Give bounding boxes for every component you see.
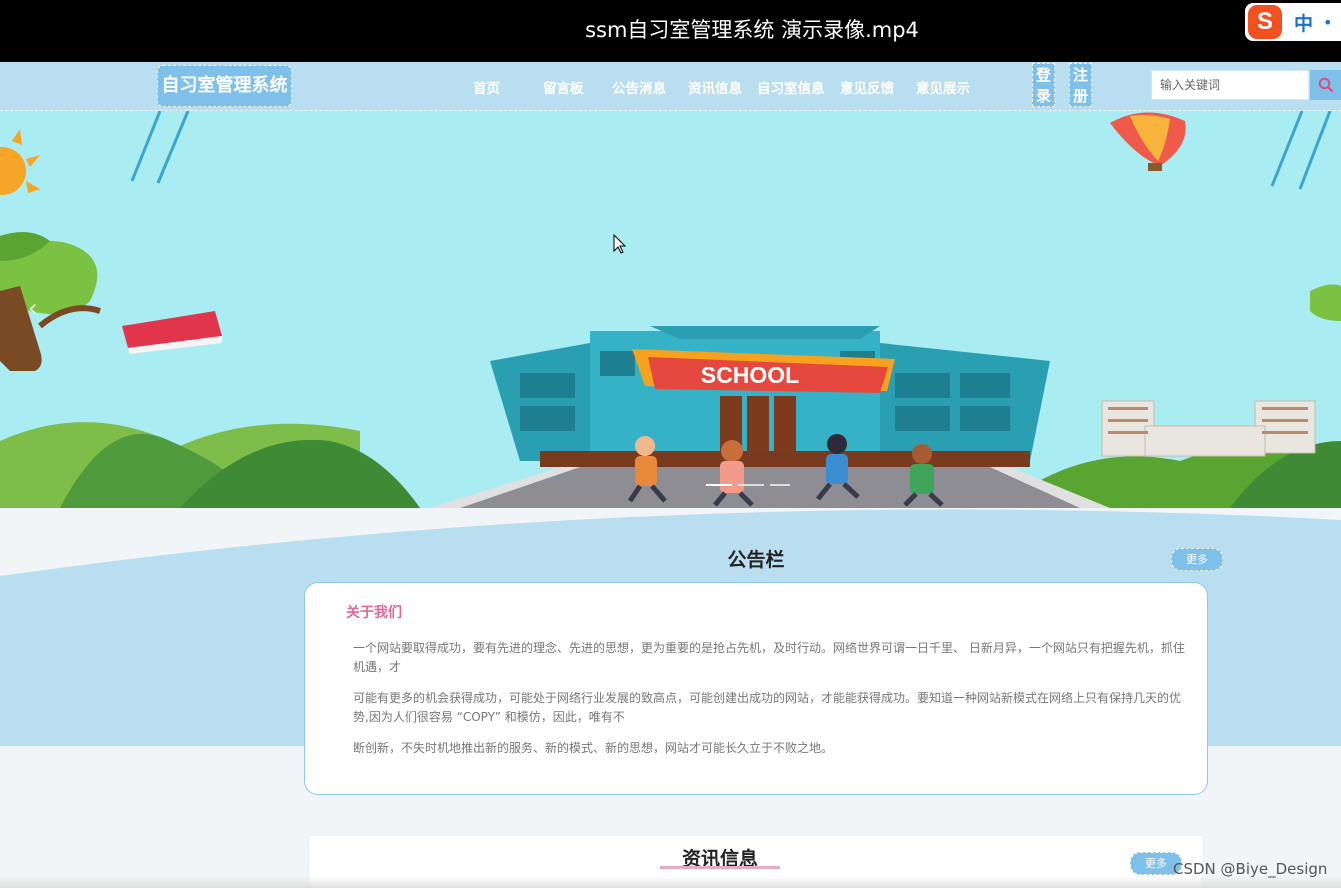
search-button[interactable] — [1310, 70, 1341, 100]
login-label-2: 录 — [1035, 87, 1051, 105]
nav-item-study-rooms[interactable]: 自习室信息 — [757, 77, 825, 97]
video-title-bar: ssm自习室管理系统 演示录像.mp4 S 中 • — [0, 0, 1341, 62]
sun-icon — [0, 129, 40, 195]
about-us-card: 关于我们 一个网站要取得成功，要有先进的理念、先进的思想，更为重要的是抢占先机，… — [304, 582, 1208, 795]
ime-toolbar[interactable]: S 中 • — [1245, 3, 1341, 41]
search-input[interactable] — [1151, 70, 1309, 100]
nav-item-announcements[interactable]: 公告消息 — [612, 77, 666, 97]
sogou-logo-icon[interactable]: S — [1248, 5, 1282, 39]
ime-mode-toggle[interactable]: 中 — [1294, 9, 1313, 36]
carousel-indicators — [706, 484, 790, 486]
carousel-prev-icon: ‹ — [28, 294, 38, 322]
about-paragraph-1: 一个网站要取得成功，要有先进的理念、先进的思想，更为重要的是抢占先机，及时行动。… — [353, 641, 1185, 674]
nav-item-feedback[interactable]: 意见反馈 — [840, 77, 894, 97]
login-label-1: 登 — [1035, 66, 1051, 84]
hot-air-balloon-icon — [1110, 112, 1186, 171]
school-illustration: SCHOOL ‹ — [0, 111, 1341, 508]
notice-more-button[interactable]: 更多 — [1171, 548, 1223, 571]
site-brand[interactable]: 自习室管理系统 — [157, 65, 292, 107]
register-label-1: 注 — [1072, 66, 1088, 84]
bottom-fade — [0, 876, 1341, 888]
nav-item-news[interactable]: 资讯信息 — [688, 77, 742, 97]
school-sign-text: SCHOOL — [701, 362, 799, 388]
notice-section-title: 公告栏 — [727, 549, 785, 571]
video-title: ssm自习室管理系统 演示录像.mp4 — [585, 18, 919, 42]
register-button[interactable]: 注 册 — [1069, 63, 1092, 107]
login-button[interactable]: 登 录 — [1032, 63, 1055, 107]
register-label-2: 册 — [1072, 87, 1088, 105]
mouse-cursor-icon — [613, 233, 627, 254]
nav-item-feedback-display[interactable]: 意见展示 — [916, 77, 970, 97]
csdn-watermark: CSDN @Biye_Design — [1173, 860, 1328, 878]
about-paragraph-3: 断创新，不失时机地推出新的服务、新的模式、新的思想，网站才可能长久立于不败之地。 — [353, 741, 834, 755]
search-icon — [1318, 77, 1333, 93]
nav-item-home[interactable]: 首页 — [473, 77, 500, 97]
nav-item-message-board[interactable]: 留言板 — [543, 77, 584, 97]
book-icon — [122, 311, 222, 354]
about-paragraph-2: 可能有更多的机会获得成功，可能处于网络行业发展的致高点，可能创建出成功的网站，才… — [353, 691, 1182, 724]
news-title-underline — [660, 866, 780, 869]
about-us-title: 关于我们 — [346, 605, 402, 621]
ime-punctuation-toggle[interactable]: • — [1323, 13, 1332, 32]
top-navbar: 自习室管理系统 首页 留言板 公告消息 资讯信息 自习室信息 意见反馈 意见展示… — [0, 62, 1341, 111]
hero-banner: SCHOOL ‹ — [0, 111, 1341, 508]
